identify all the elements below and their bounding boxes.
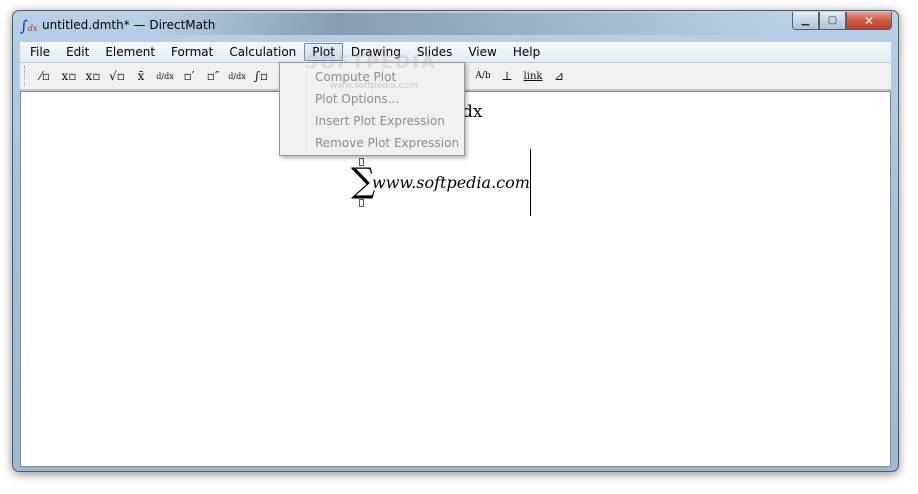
title-bar-glass [153, 13, 773, 35]
superscript-icon[interactable]: x▫ [57, 65, 81, 87]
expression-sum[interactable]: ∑ www.softpedia.com [351, 156, 541, 212]
axes-icon[interactable]: ⊥ [495, 65, 519, 87]
angle-icon[interactable]: ⊿ [547, 65, 571, 87]
minimize-button[interactable]: ▁ [792, 12, 819, 30]
close-button[interactable]: ✕ [846, 12, 892, 30]
plot-menu-dropdown: Compute Plot Plot Options... Insert Plot… [279, 62, 465, 156]
menu-item-insert-plot-expression[interactable]: Insert Plot Expression [280, 110, 464, 132]
close-icon: ✕ [863, 13, 875, 28]
menu-format[interactable]: Format [163, 43, 221, 61]
menu-element[interactable]: Element [97, 43, 163, 61]
menu-bar: File Edit Element Format Calculation Plo… [20, 42, 891, 62]
root-icon[interactable]: √▫ [105, 65, 129, 87]
link-icon[interactable]: link [519, 65, 547, 87]
sum-lower-limit-placeholder[interactable] [359, 199, 364, 207]
derivative-icon[interactable]: d/dx [153, 65, 177, 87]
app-icon-dx: dx [27, 24, 38, 33]
overbar-icon[interactable]: x̄ [129, 65, 153, 87]
partial-derivative-icon[interactable]: d/dx [225, 65, 249, 87]
title-bar[interactable]: ∫dx untitled.dmth* — DirectMath ▁ ▢ ✕ [13, 11, 898, 41]
double-prime-icon[interactable]: ▫″ [201, 65, 225, 87]
text-fraction-icon[interactable]: A/b [471, 65, 495, 87]
caption-buttons: ▁ ▢ ✕ [792, 12, 892, 30]
text-caret [530, 149, 531, 216]
menu-view[interactable]: View [460, 43, 504, 61]
app-icon-integral: ∫ [20, 17, 28, 35]
menu-item-remove-plot-expression[interactable]: Remove Plot Expression [280, 132, 464, 154]
watermark: SOFTPEDIA [305, 52, 437, 73]
expression-integral-dx: dx [461, 102, 483, 122]
window-title: untitled.dmth* — DirectMath [42, 18, 216, 32]
app-icon[interactable]: ∫dx [20, 17, 38, 35]
toolbar-grip[interactable] [24, 66, 27, 86]
fraction-icon[interactable]: ⁄▫ [33, 65, 57, 87]
menu-help[interactable]: Help [505, 43, 548, 61]
menu-edit[interactable]: Edit [58, 43, 97, 61]
menu-file[interactable]: File [22, 43, 58, 61]
minimize-icon: ▁ [801, 15, 810, 26]
maximize-button[interactable]: ▢ [819, 12, 846, 30]
watermark-url: www.softpedia.com [330, 81, 418, 91]
menu-calculation[interactable]: Calculation [221, 43, 304, 61]
maximize-icon: ▢ [827, 15, 838, 26]
menu-item-plot-options[interactable]: Plot Options... [280, 88, 464, 110]
integral-icon[interactable]: ∫▫ [249, 65, 273, 87]
subscript-icon[interactable]: x▫ [81, 65, 105, 87]
prime-icon[interactable]: ▫′ [177, 65, 201, 87]
sum-body-text[interactable]: www.softpedia.com [372, 173, 530, 192]
